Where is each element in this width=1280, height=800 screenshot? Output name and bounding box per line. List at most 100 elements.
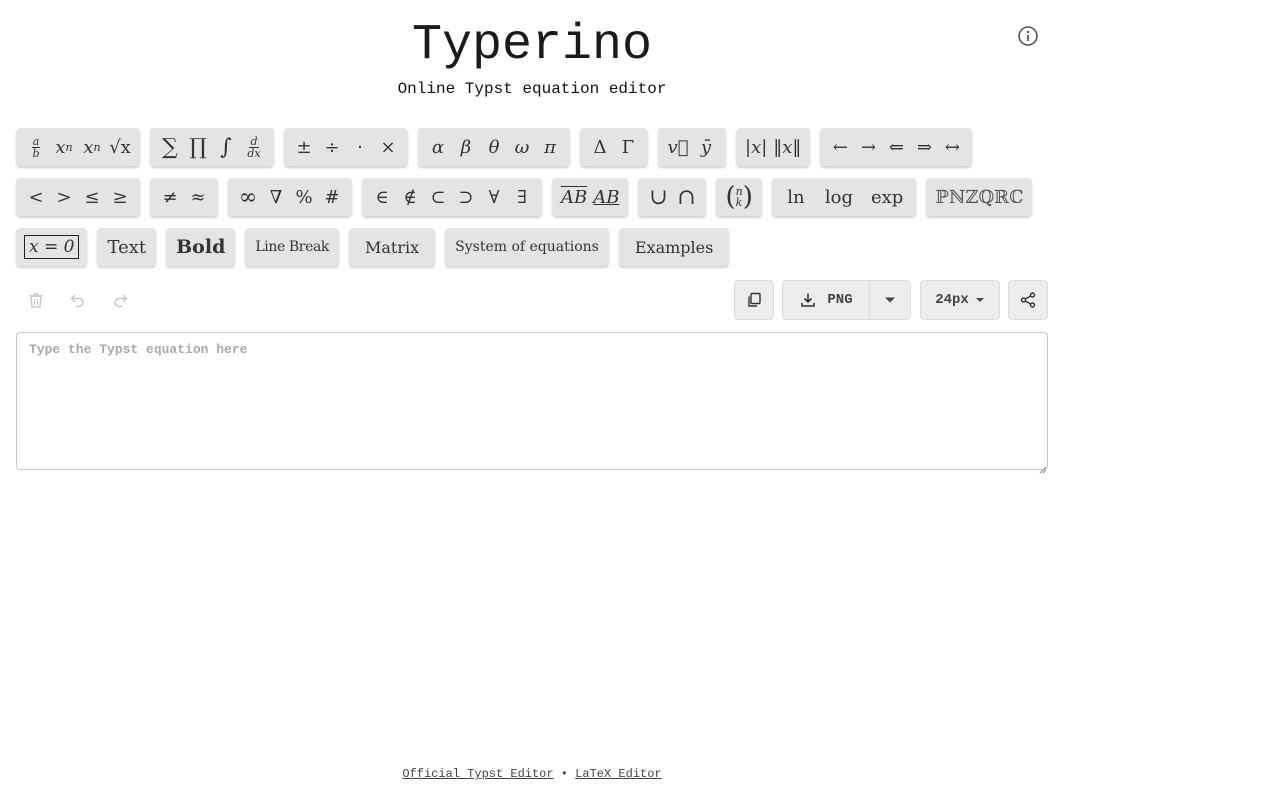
beta-button[interactable]: β	[452, 128, 480, 166]
alpha-button[interactable]: α	[424, 128, 452, 166]
group-operators: ± ÷ · ×	[284, 128, 408, 166]
fraction-denominator: b	[32, 146, 40, 160]
not-equal-button[interactable]: ≠	[156, 178, 184, 216]
sum-button[interactable]: ∑	[156, 128, 184, 166]
integral-button[interactable]: ∫	[212, 128, 240, 166]
norm-button[interactable]: ‖x‖	[770, 128, 804, 166]
not-in-button[interactable]: ∉	[396, 178, 424, 216]
greater-than-button[interactable]: >	[50, 178, 78, 216]
delta-button[interactable]: Δ	[586, 128, 614, 166]
subscript-button[interactable]: xn	[78, 128, 106, 166]
theta-button[interactable]: θ	[480, 128, 508, 166]
greater-equal-button[interactable]: ≥	[106, 178, 134, 216]
copy-button[interactable]	[734, 280, 774, 320]
number-sets-button[interactable]: ℙℕℤℚℝℂ	[932, 178, 1026, 216]
less-than-button[interactable]: <	[22, 178, 50, 216]
nabla-button[interactable]: ∇	[262, 178, 290, 216]
less-equal-button[interactable]: ≤	[78, 178, 106, 216]
superset-button[interactable]: ⊃	[452, 178, 480, 216]
superscript-base: x	[55, 136, 66, 158]
download-format-label: PNG	[827, 292, 853, 308]
left-arrow-button[interactable]: ←	[826, 128, 854, 166]
undo-icon[interactable]	[68, 290, 88, 310]
group-greek-upper: Δ Γ	[580, 128, 648, 166]
line-break-button[interactable]: Line Break	[245, 228, 339, 266]
boxed-equation-button[interactable]: x = 0	[16, 228, 88, 266]
approx-button[interactable]: ≈	[184, 178, 212, 216]
format-dropdown-button[interactable]	[869, 280, 911, 320]
share-button[interactable]	[1008, 280, 1048, 320]
union-button[interactable]: ∪	[644, 178, 672, 216]
size-dropdown-button[interactable]: 24px	[920, 280, 1000, 320]
symbol-row-1: ab xn xn √x ∑ ∏ ∫ d dx ± ÷ · × α β θ ω π …	[16, 128, 973, 166]
group-sets: ∈ ∉ ⊂ ⊃ ∀ ∃	[362, 178, 542, 216]
left-double-arrow-button[interactable]: ⇐	[882, 128, 910, 166]
dot-button[interactable]: ·	[346, 128, 374, 166]
underline-button[interactable]: AB	[590, 178, 622, 216]
superscript-button[interactable]: xn	[50, 128, 78, 166]
redo-icon[interactable]	[110, 290, 130, 310]
log-button[interactable]: log	[822, 178, 856, 216]
group-number-sets: ℙℕℤℚℝℂ	[926, 178, 1033, 216]
bar-button[interactable]: ȳ	[692, 128, 720, 166]
superscript-exp: n	[65, 140, 73, 154]
caret-down-icon	[885, 297, 895, 303]
download-png-button[interactable]: PNG	[782, 280, 870, 320]
pi-button[interactable]: π	[536, 128, 564, 166]
text-button[interactable]: Text	[97, 228, 157, 266]
gamma-button[interactable]: Γ	[614, 128, 642, 166]
derivative-denominator: dx	[247, 146, 261, 160]
hash-button[interactable]: #	[318, 178, 346, 216]
group-calculus: ∑ ∏ ∫ d dx	[150, 128, 274, 166]
ln-button[interactable]: ln	[782, 178, 810, 216]
product-button[interactable]: ∏	[184, 128, 212, 166]
share-icon	[1020, 292, 1036, 308]
binomial-close-paren: )	[742, 182, 753, 212]
omega-button[interactable]: ω	[508, 128, 536, 166]
group-union: ∪ ∩	[638, 178, 707, 216]
system-of-equations-button[interactable]: System of equations	[445, 228, 609, 266]
equation-input[interactable]	[16, 332, 1048, 470]
forall-button[interactable]: ∀	[480, 178, 508, 216]
in-button[interactable]: ∈	[368, 178, 396, 216]
derivative-numerator: d	[249, 134, 259, 148]
binomial-button[interactable]: (n k)	[722, 178, 755, 216]
resize-handle-icon[interactable]	[1037, 459, 1047, 474]
info-circle-icon[interactable]	[1016, 24, 1040, 48]
overline-button[interactable]: AB	[558, 178, 590, 216]
page-title: Typerino	[411, 17, 653, 74]
subscript-base: x	[83, 136, 94, 158]
trash-icon[interactable]	[26, 290, 46, 310]
exists-button[interactable]: ∃	[508, 178, 536, 216]
footer: Official Typst Editor • LaTeX Editor	[0, 767, 1064, 781]
fraction-button[interactable]: ab	[22, 128, 50, 166]
matrix-button[interactable]: Matrix	[349, 228, 436, 266]
divide-button[interactable]: ÷	[318, 128, 346, 166]
group-binom: (n k)	[716, 178, 762, 216]
download-icon	[801, 293, 816, 307]
sqrt-button[interactable]: √x	[106, 128, 134, 166]
left-right-arrow-button[interactable]: ↔	[938, 128, 966, 166]
official-typst-editor-link[interactable]: Official Typst Editor	[402, 767, 553, 781]
infinity-button[interactable]: ∞	[234, 178, 262, 216]
right-arrow-button[interactable]: →	[854, 128, 882, 166]
group-lines: AB AB	[552, 178, 629, 216]
subset-button[interactable]: ⊂	[424, 178, 452, 216]
size-label: 24px	[935, 292, 969, 308]
page-subtitle: Online Typst equation editor	[397, 80, 667, 98]
abs-button[interactable]: |x|	[742, 128, 770, 166]
times-button[interactable]: ×	[374, 128, 402, 166]
percent-button[interactable]: %	[290, 178, 318, 216]
vector-button[interactable]: v⃗	[664, 128, 692, 166]
bold-button[interactable]: Bold	[166, 228, 236, 266]
group-comparison: < > ≤ ≥	[16, 178, 140, 216]
exp-button[interactable]: exp	[868, 178, 906, 216]
right-double-arrow-button[interactable]: ⇒	[910, 128, 938, 166]
latex-editor-link[interactable]: LaTeX Editor	[575, 767, 661, 781]
intersection-button[interactable]: ∩	[672, 178, 700, 216]
derivative-button[interactable]: d dx	[240, 128, 268, 166]
group-functions: ln log exp	[771, 178, 917, 216]
examples-button[interactable]: Examples	[618, 228, 730, 266]
button-row: x = 0 Text Bold Line Break Matrix System…	[16, 228, 730, 266]
plus-minus-button[interactable]: ±	[290, 128, 318, 166]
